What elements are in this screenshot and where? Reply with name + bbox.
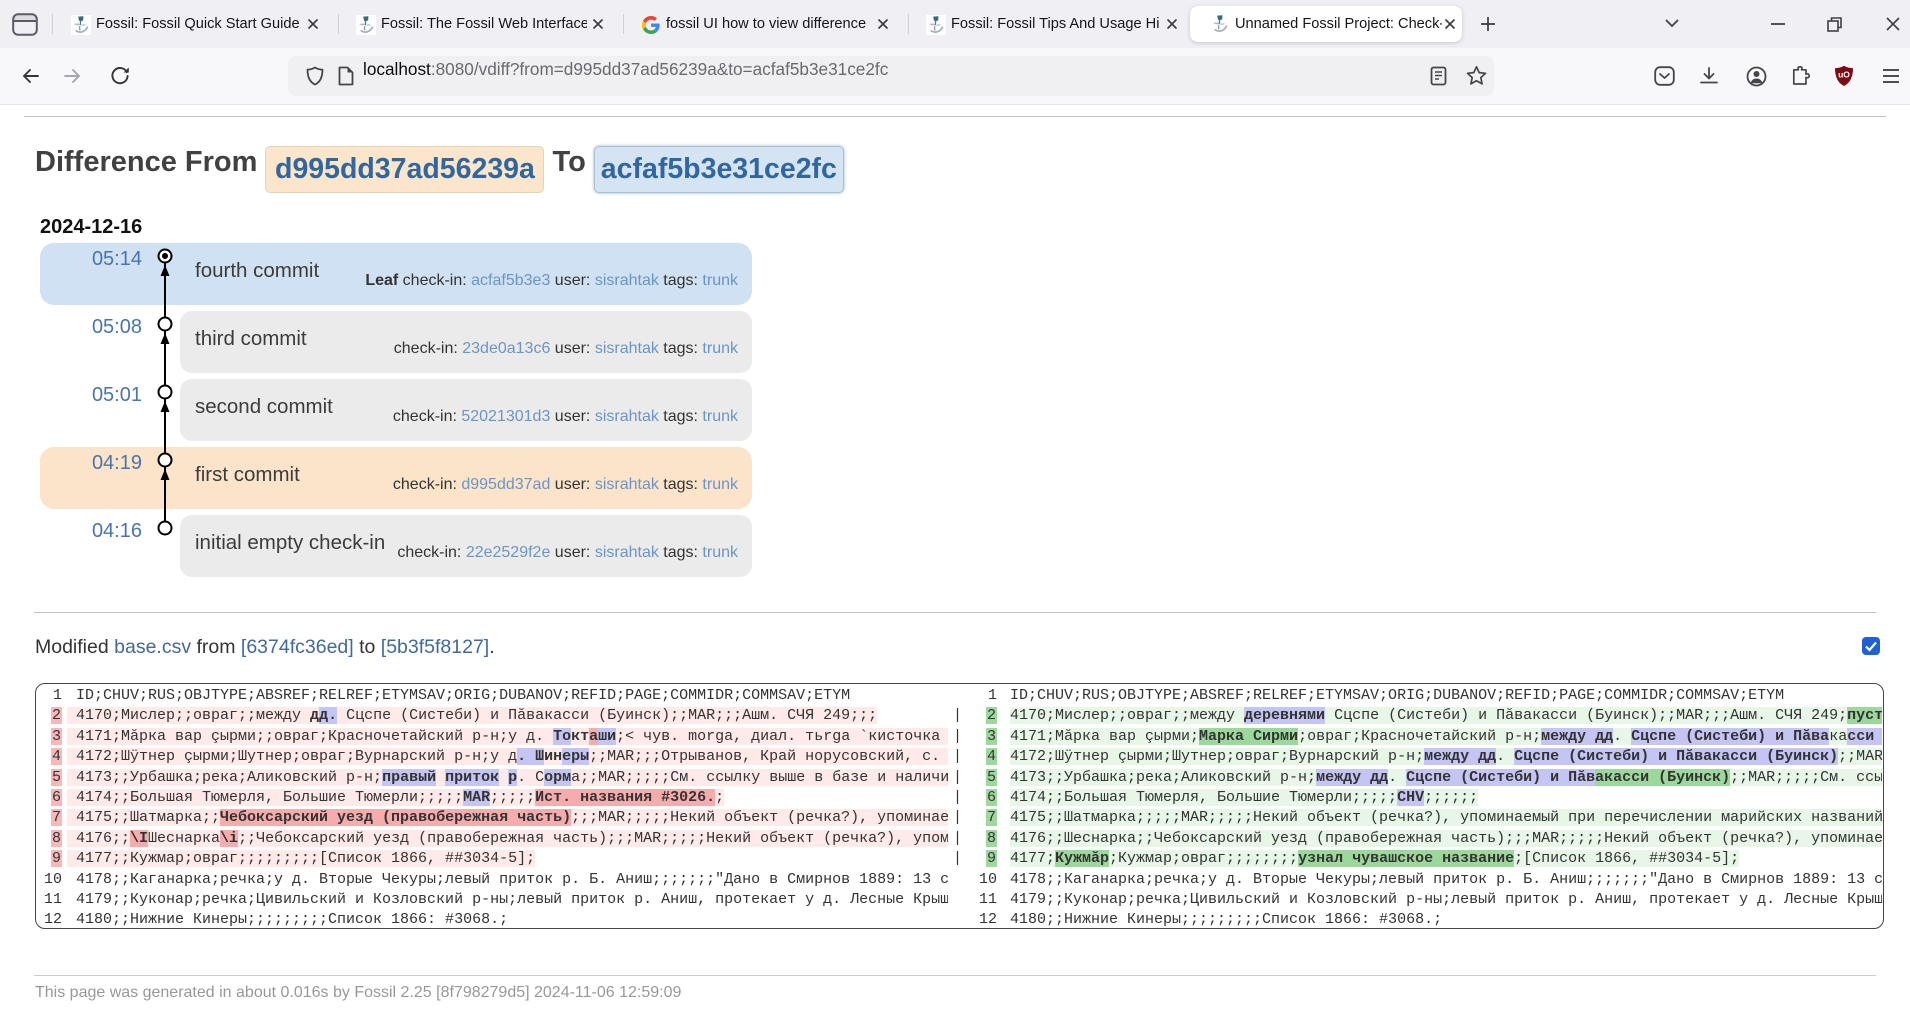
svg-text:uO: uO bbox=[1838, 70, 1850, 80]
